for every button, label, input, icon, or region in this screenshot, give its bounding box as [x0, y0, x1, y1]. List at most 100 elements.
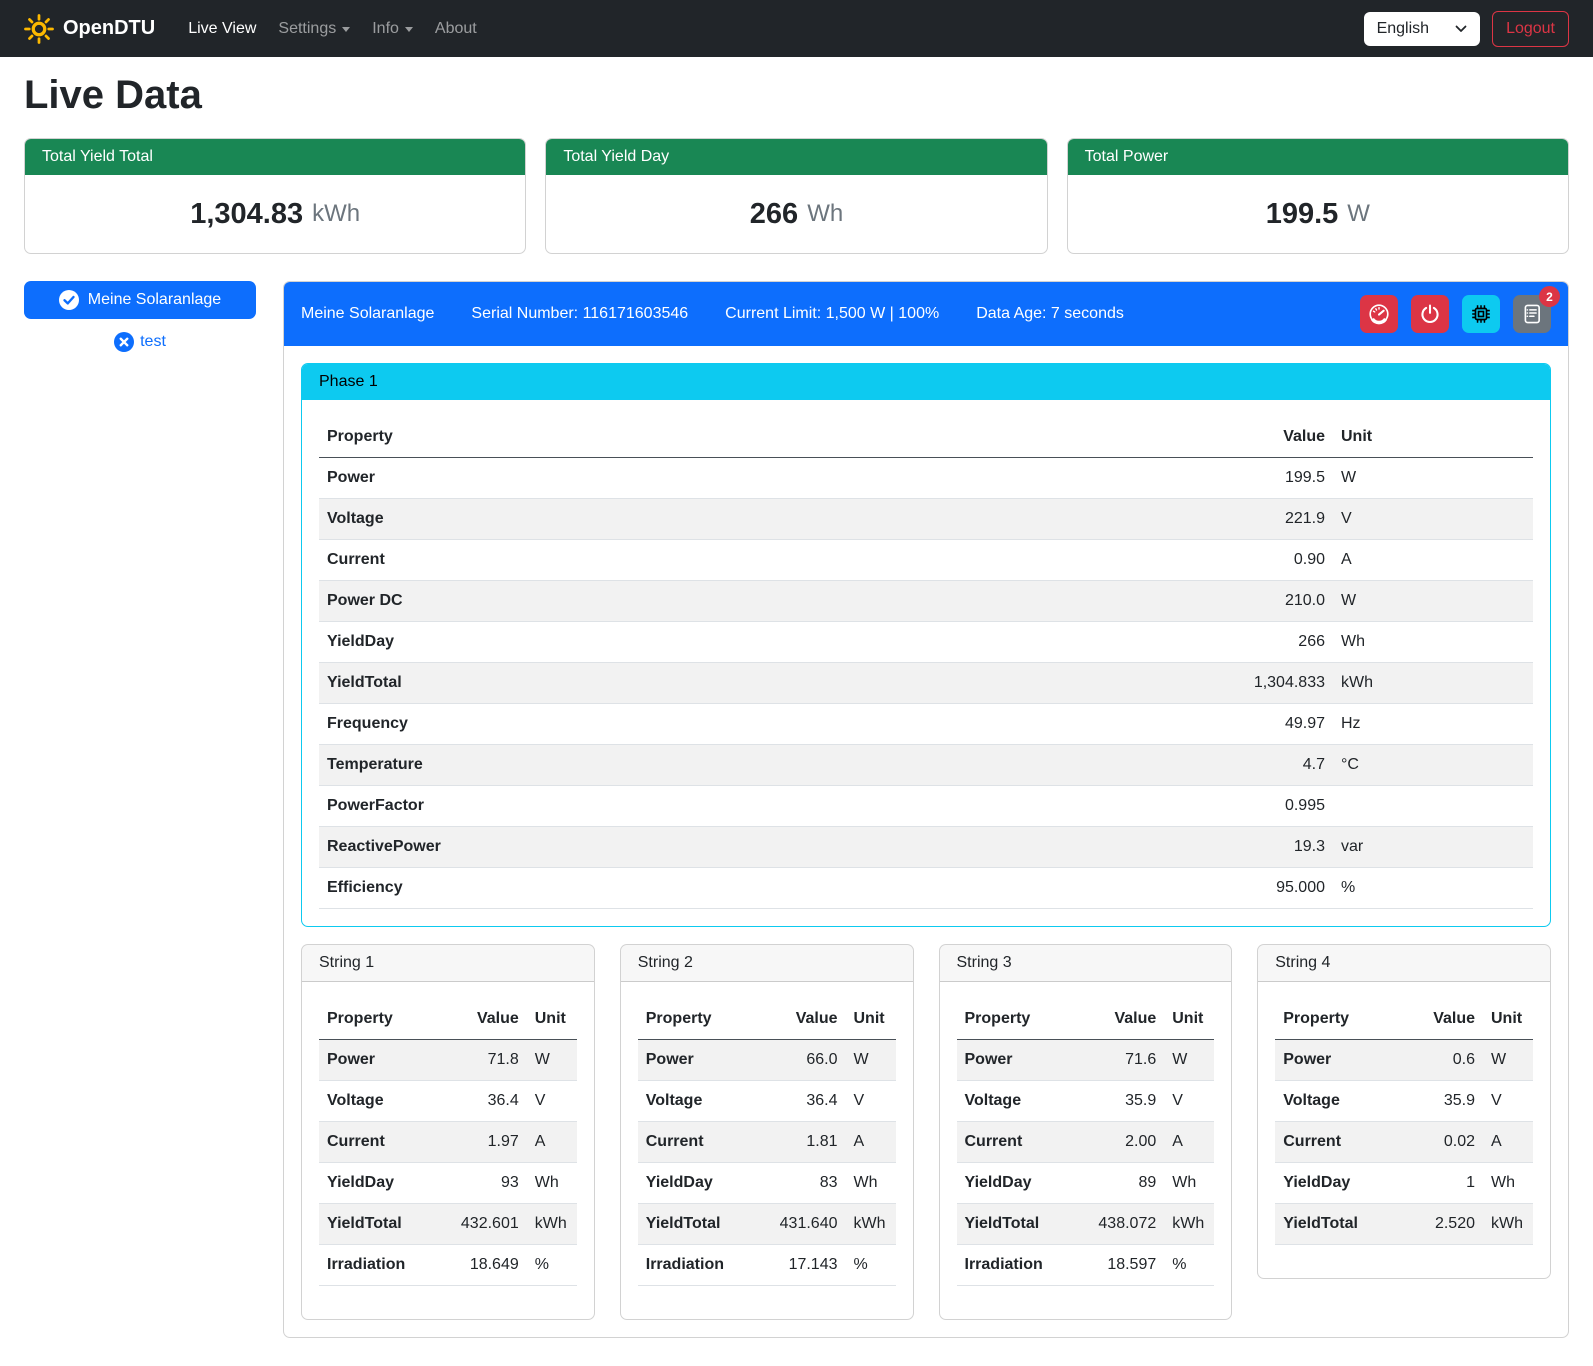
- col-value: Value: [449, 999, 527, 1040]
- value-cell: 17.143: [768, 1245, 846, 1286]
- property-cell: YieldDay: [319, 622, 1211, 663]
- property-cell: Irradiation: [957, 1245, 1087, 1286]
- nav-item-about[interactable]: About: [426, 12, 486, 46]
- total-yield-day-card: Total Yield Day 266 Wh: [545, 138, 1047, 254]
- property-cell: Irradiation: [319, 1245, 449, 1286]
- language-select[interactable]: English: [1364, 12, 1480, 46]
- logout-button[interactable]: Logout: [1492, 11, 1569, 47]
- unit-cell: W: [846, 1040, 896, 1081]
- value-cell: 93: [449, 1163, 527, 1204]
- value-cell: 83: [768, 1163, 846, 1204]
- col-unit: Unit: [1333, 417, 1533, 458]
- table-row: Efficiency 95.000 %: [319, 868, 1533, 909]
- unit-cell: °C: [1333, 745, 1533, 786]
- string-2-title: String 2: [621, 945, 913, 982]
- table-row: Current 1.81 A: [638, 1122, 896, 1163]
- table-row: YieldDay 93 Wh: [319, 1163, 577, 1204]
- property-cell: Current: [319, 1122, 449, 1163]
- unit-cell: Hz: [1333, 704, 1533, 745]
- property-cell: PowerFactor: [319, 786, 1211, 827]
- inverter-item-test-label: test: [140, 333, 166, 351]
- property-cell: Voltage: [319, 1081, 449, 1122]
- nav-item-info[interactable]: Info: [363, 12, 422, 46]
- unit-cell: A: [1333, 540, 1533, 581]
- col-property: Property: [957, 999, 1087, 1040]
- value-cell: 2.520: [1405, 1204, 1483, 1245]
- unit-cell: Wh: [527, 1163, 577, 1204]
- power-toggle-button[interactable]: [1411, 295, 1449, 333]
- unit-cell: W: [1333, 581, 1533, 622]
- string-3-title: String 3: [940, 945, 1232, 982]
- property-cell: Frequency: [319, 704, 1211, 745]
- string-1-title: String 1: [302, 945, 594, 982]
- nav-item-settings[interactable]: Settings: [269, 12, 359, 46]
- table-header-row: Property Value Unit: [1275, 999, 1533, 1040]
- table-row: Frequency 49.97 Hz: [319, 704, 1533, 745]
- table-row: Irradiation 18.649 %: [319, 1245, 577, 1286]
- unit-cell: W: [1333, 458, 1533, 499]
- navbar: OpenDTU Live View Settings Info About En…: [0, 0, 1593, 57]
- property-cell: Efficiency: [319, 868, 1211, 909]
- string-4-card: String 4 Property Value Unit: [1257, 944, 1551, 1279]
- unit-cell: kWh: [1333, 663, 1533, 704]
- card-unit: Wh: [807, 200, 843, 228]
- string-2-card: String 2 Property Value Unit: [620, 944, 914, 1320]
- table-row: Voltage 221.9 V: [319, 499, 1533, 540]
- table-row: Voltage 36.4 V: [319, 1081, 577, 1122]
- string-2-table: Property Value Unit: [638, 999, 896, 1286]
- property-cell: YieldTotal: [1275, 1204, 1405, 1245]
- nav-item-live-view[interactable]: Live View: [179, 12, 265, 46]
- table-row: YieldDay 83 Wh: [638, 1163, 896, 1204]
- table-row: YieldTotal 431.640 kWh: [638, 1204, 896, 1245]
- strings-grid: String 1 Property Value Unit: [301, 944, 1551, 1320]
- value-cell: 266: [1211, 622, 1333, 663]
- table-row: YieldTotal 432.601 kWh: [319, 1204, 577, 1245]
- col-value: Value: [1086, 999, 1164, 1040]
- cpu-icon: [1470, 303, 1492, 325]
- card-title: Total Power: [1068, 139, 1568, 175]
- value-cell: 210.0: [1211, 581, 1333, 622]
- inverter-data-age: Data Age: 7 seconds: [976, 305, 1124, 323]
- card-value: 199.5: [1266, 198, 1339, 231]
- value-cell: 36.4: [449, 1081, 527, 1122]
- col-property: Property: [638, 999, 768, 1040]
- limit-settings-button[interactable]: [1360, 295, 1398, 333]
- phase-1-table: Property Value Unit Power: [319, 417, 1533, 909]
- table-row: Current 0.90 A: [319, 540, 1533, 581]
- value-cell: 35.9: [1405, 1081, 1483, 1122]
- device-info-button[interactable]: [1462, 295, 1500, 333]
- event-log-button[interactable]: 2: [1513, 295, 1551, 333]
- phase-1-title: Phase 1: [302, 364, 1550, 400]
- inverter-select-label: Meine Solaranlage: [88, 291, 221, 309]
- value-cell: 66.0: [768, 1040, 846, 1081]
- value-cell: 18.649: [449, 1245, 527, 1286]
- unit-cell: V: [1164, 1081, 1214, 1122]
- property-cell: Power: [319, 458, 1211, 499]
- inverter-select-button[interactable]: Meine Solaranlage: [24, 281, 256, 319]
- value-cell: 2.00: [1086, 1122, 1164, 1163]
- language-select-value: English: [1377, 20, 1429, 38]
- unit-cell: V: [1333, 499, 1533, 540]
- unit-cell: W: [1164, 1040, 1214, 1081]
- property-cell: Power: [957, 1040, 1087, 1081]
- unit-cell: A: [527, 1122, 577, 1163]
- col-unit: Unit: [1164, 999, 1214, 1040]
- journal-text-icon: [1521, 303, 1543, 325]
- table-row: YieldDay 89 Wh: [957, 1163, 1215, 1204]
- property-cell: YieldTotal: [638, 1204, 768, 1245]
- unit-cell: kWh: [1164, 1204, 1214, 1245]
- property-cell: YieldTotal: [319, 1204, 449, 1245]
- property-cell: Temperature: [319, 745, 1211, 786]
- value-cell: 1: [1405, 1163, 1483, 1204]
- property-cell: Current: [319, 540, 1211, 581]
- chevron-down-icon: [1455, 23, 1467, 35]
- inverter-item-test[interactable]: test: [114, 332, 166, 352]
- inverter-card: Meine Solaranlage Serial Number: 1161716…: [283, 281, 1569, 1338]
- value-cell: 199.5: [1211, 458, 1333, 499]
- value-cell: 0.90: [1211, 540, 1333, 581]
- unit-cell: kWh: [846, 1204, 896, 1245]
- inverter-serial: Serial Number: 116171603546: [471, 305, 688, 323]
- col-property: Property: [319, 417, 1211, 458]
- unit-cell: kWh: [1483, 1204, 1533, 1245]
- property-cell: YieldDay: [957, 1163, 1087, 1204]
